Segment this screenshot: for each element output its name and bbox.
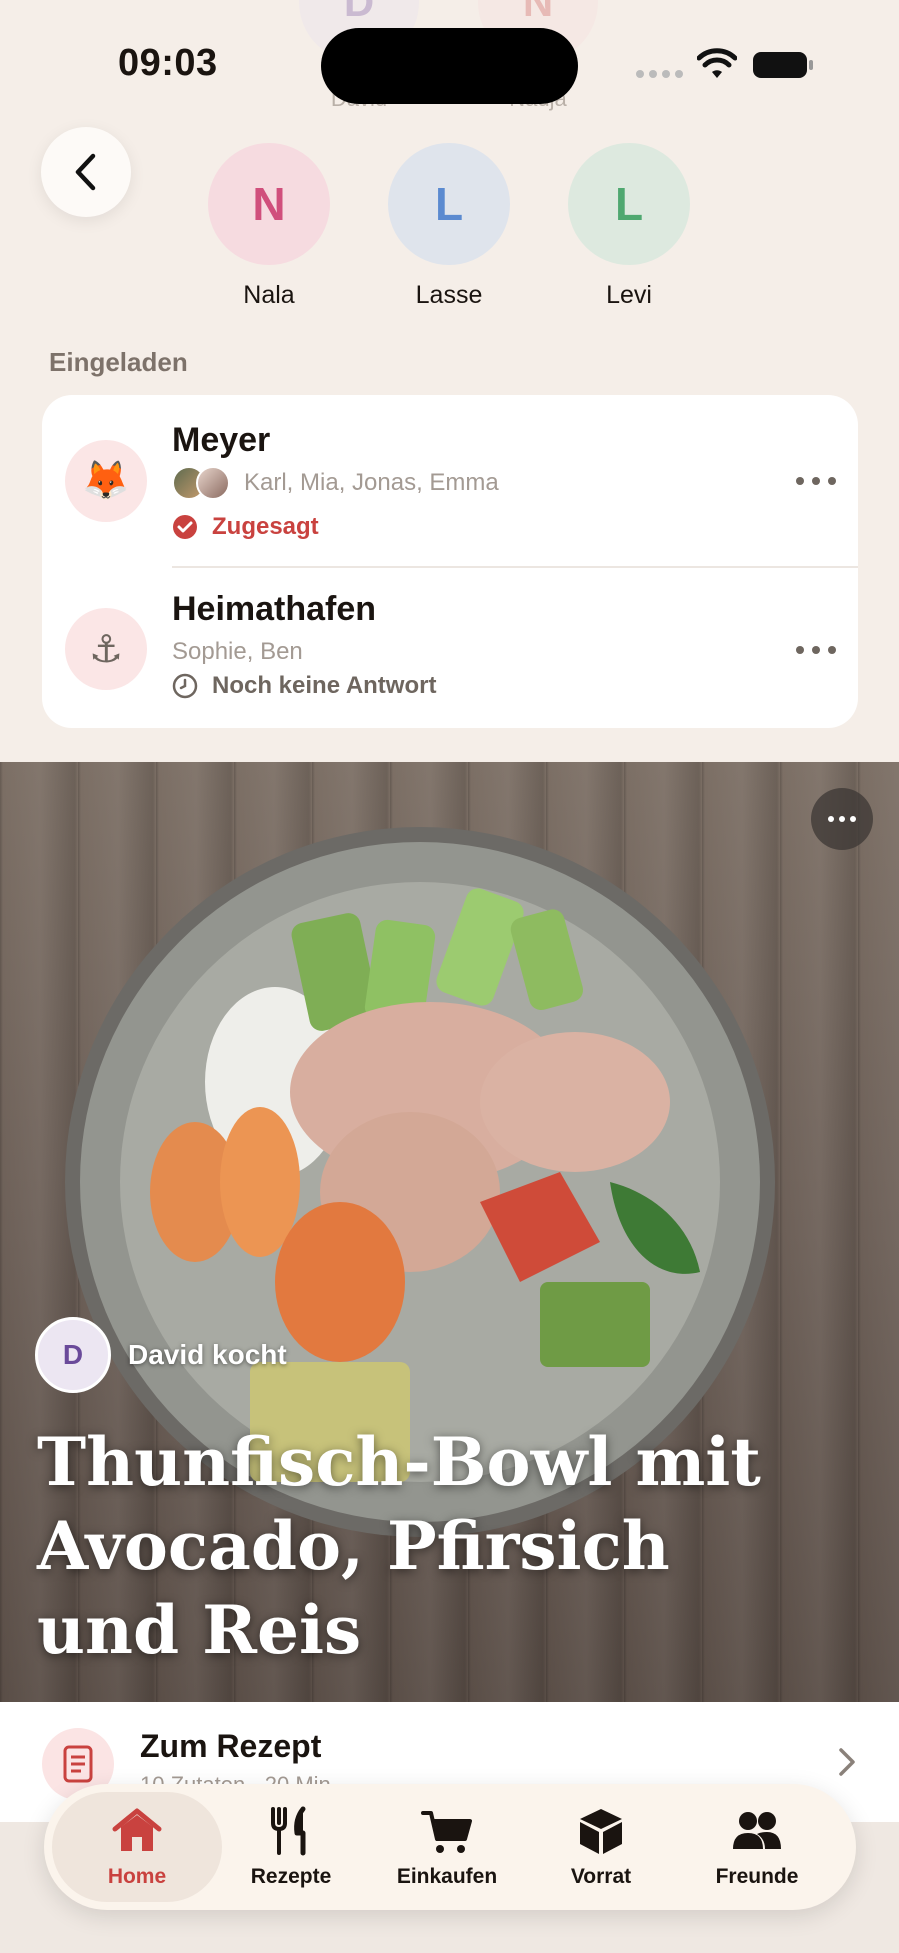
person-levi[interactable]: L Levi xyxy=(568,143,690,310)
avatar: L xyxy=(568,143,690,265)
members-label: Karl, Mia, Jonas, Emma xyxy=(244,469,499,496)
person-name: Levi xyxy=(606,281,652,309)
avatar: L xyxy=(388,143,510,265)
tab-label: Home xyxy=(107,1865,167,1888)
recipe-link-title: Zum Rezept xyxy=(140,1728,322,1764)
checkmark-circle-icon xyxy=(173,515,197,539)
status-accepted: Zugesagt xyxy=(172,513,319,541)
household-row-meyer[interactable]: 🦊 Meyer Karl, Mia, Jonas, Emma Zugesagt xyxy=(42,395,858,566)
tab-label: Rezepte xyxy=(250,1865,332,1888)
friends-icon xyxy=(733,1812,781,1849)
home-icon xyxy=(112,1808,162,1851)
tab-friends[interactable]: Freunde xyxy=(672,1792,842,1902)
tab-label: Vorrat xyxy=(570,1865,632,1888)
hero-more-button[interactable] xyxy=(811,788,873,850)
fox-icon: 🦊 xyxy=(65,440,147,522)
status-label: Zugesagt xyxy=(212,513,319,540)
tab-shopping[interactable]: Einkaufen xyxy=(362,1792,532,1902)
cook-label: David kocht xyxy=(128,1339,287,1370)
clock-icon xyxy=(172,673,198,699)
back-button[interactable] xyxy=(41,127,131,217)
meal-title: Thunfisch-Bowl mit Avocado, Pfirsich und… xyxy=(37,1423,761,1669)
section-title-invited: Eingeladen xyxy=(49,347,188,377)
member-avatar xyxy=(196,466,230,500)
box-icon xyxy=(580,1809,622,1854)
signal-icon xyxy=(636,70,683,78)
household-members: Sophie, Ben xyxy=(172,638,303,666)
members-label: Sophie, Ben xyxy=(172,638,303,665)
more-button[interactable] xyxy=(796,640,836,660)
person-name: Lasse xyxy=(415,281,483,309)
battery-icon xyxy=(753,52,813,78)
status-label: Noch keine Antwort xyxy=(212,672,437,699)
wifi-icon xyxy=(697,48,737,78)
chevron-right-icon xyxy=(839,1748,855,1776)
meal-hero-image[interactable]: D David kocht Thunfisch-Bowl mit Avocado… xyxy=(0,762,899,1702)
person-nala[interactable]: N Nala xyxy=(208,143,330,310)
household-name: Meyer xyxy=(172,421,271,459)
dynamic-island xyxy=(321,28,578,104)
invited-card: 🦊 Meyer Karl, Mia, Jonas, Emma Zugesagt … xyxy=(42,395,858,728)
household-name: Heimathafen xyxy=(172,590,377,628)
more-button[interactable] xyxy=(796,471,836,491)
tab-label: Freunde xyxy=(715,1865,799,1888)
cutlery-icon xyxy=(271,1806,306,1856)
person-lasse[interactable]: L Lasse xyxy=(388,143,510,310)
tab-bar: Home Rezepte Einkaufen Vorrat Freunde xyxy=(44,1784,856,1910)
household-row-heimathafen[interactable]: ⚓ Heimathafen Sophie, Ben Noch keine Ant… xyxy=(42,568,858,728)
status-time: 09:03 xyxy=(118,42,218,84)
person-name: Nala xyxy=(243,281,295,309)
status-pending: Noch keine Antwort xyxy=(172,672,436,700)
cook-avatar: D xyxy=(35,1317,111,1393)
tab-pantry[interactable]: Vorrat xyxy=(516,1792,686,1902)
anchor-icon: ⚓ xyxy=(65,608,147,690)
household-members: Karl, Mia, Jonas, Emma xyxy=(172,466,499,500)
avatar: N xyxy=(208,143,330,265)
cart-icon xyxy=(421,1811,472,1853)
tab-home[interactable]: Home xyxy=(52,1792,222,1902)
tab-recipes[interactable]: Rezepte xyxy=(206,1792,376,1902)
tab-label: Einkaufen xyxy=(396,1865,498,1888)
chevron-left-icon xyxy=(75,153,96,191)
